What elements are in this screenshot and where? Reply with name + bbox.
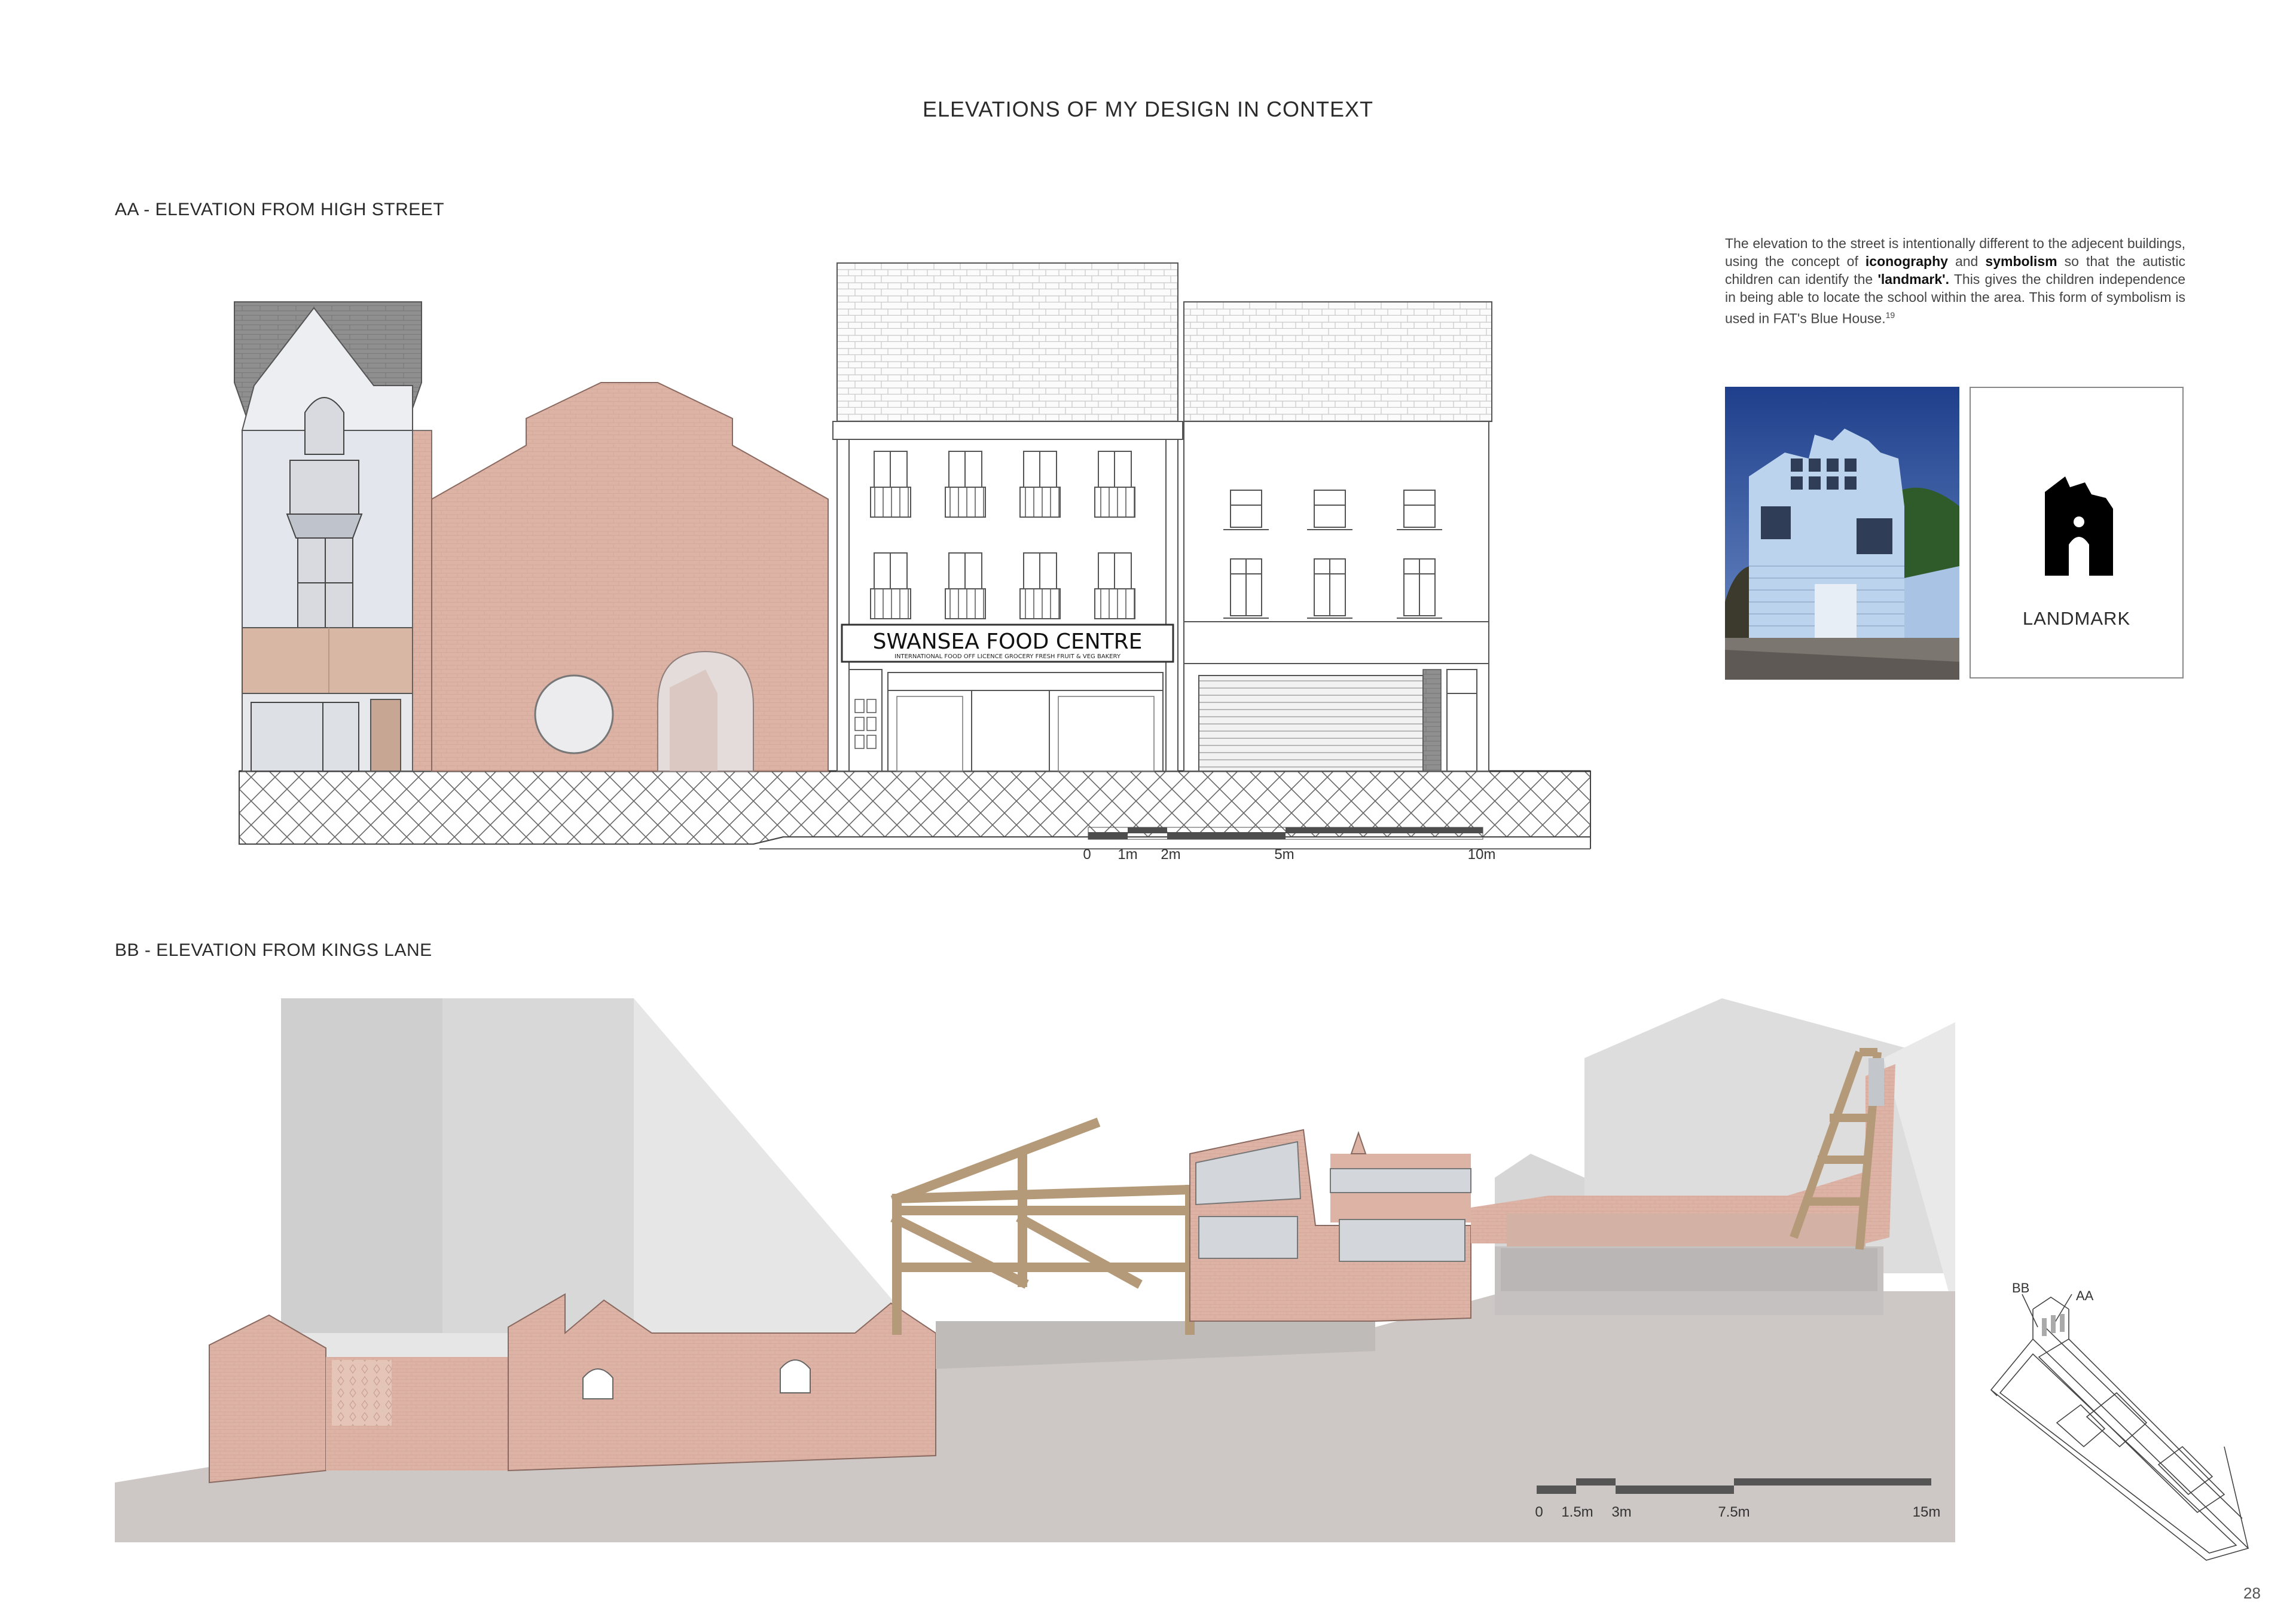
swansea-food-centre-building: SWANSEA FOOD CENTRE INTERNATIONAL FOOD O…	[832, 262, 1183, 772]
key-plan-label-bb: BB	[2012, 1280, 2029, 1295]
aa-elevation-drawing: SWANSEA FOOD CENTRE INTERNATIONAL FOOD O…	[234, 262, 1591, 863]
key-plan-axonometric: BB AA	[1990, 1280, 2249, 1561]
page-number: 28	[2243, 1584, 2261, 1602]
shop-sign-sub: INTERNATIONAL FOOD OFF LICENCE GROCERY F…	[894, 653, 1121, 660]
aa-scale-label-3: 5m	[1274, 846, 1294, 863]
timber-frame	[890, 1117, 1195, 1335]
bb-scale-label-3: 7.5m	[1718, 1504, 1750, 1520]
aa-scale-bar: 0 1m 2m 5m 10m	[1083, 827, 1495, 863]
victorian-house	[234, 301, 432, 772]
bb-scale-label-4: 15m	[1913, 1504, 1941, 1520]
aa-scale-label-2: 2m	[1161, 846, 1180, 863]
bb-scale-label-0: 0	[1535, 1504, 1543, 1520]
bb-scale-label-2: 3m	[1611, 1504, 1631, 1520]
aa-scale-label-0: 0	[1083, 846, 1091, 863]
key-plan-label-aa: AA	[2076, 1288, 2094, 1303]
design-building	[431, 382, 829, 772]
aa-scale-label-4: 10m	[1468, 846, 1496, 863]
shop-sign-main: SWANSEA FOOD CENTRE	[873, 629, 1143, 654]
bb-elevation-drawing: 0 1.5m 3m 7.5m 15m	[115, 998, 1955, 1542]
bb-scale-label-1: 1.5m	[1561, 1504, 1593, 1520]
aa-scale-label-1: 1m	[1118, 846, 1137, 863]
shuttered-shop-building	[1183, 301, 1492, 772]
